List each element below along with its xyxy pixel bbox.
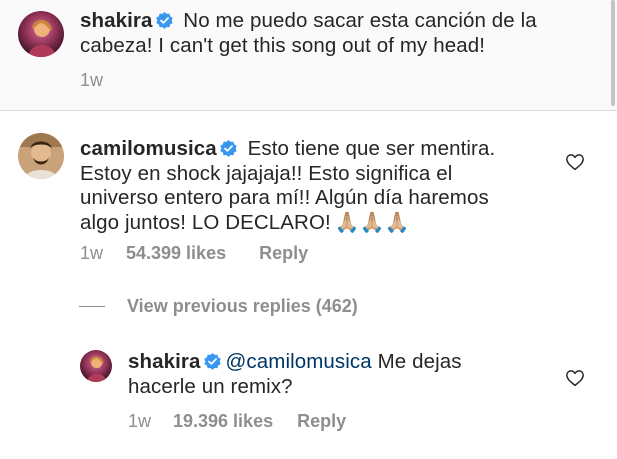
reply-text-block: shakira @camilomusica Me dejas hacerle un… [128,350,488,399]
avatar-camilomusica[interactable] [18,133,64,179]
comment-username[interactable]: camilomusica [80,137,217,160]
view-previous-replies-button[interactable]: View previous replies (462) [79,296,358,317]
reply-likes[interactable]: 19.396 likes [173,411,273,432]
caption-username[interactable]: shakira [80,9,153,32]
scrollbar[interactable] [611,0,615,106]
avatar-shakira-reply[interactable] [80,350,112,382]
comment-reply-button[interactable]: Reply [259,243,308,264]
caption-timestamp[interactable]: 1w [80,70,103,91]
verified-badge-icon [219,139,238,158]
heart-outline-icon[interactable] [565,369,585,387]
replies-divider-line [79,306,105,307]
avatar-shakira[interactable] [18,11,64,57]
caption-meta: 1w [80,70,103,91]
caption-text-block: shakira No me puedo sacar esta canción d… [80,9,560,58]
reply-username[interactable]: shakira [128,350,201,373]
view-previous-replies-label: View previous replies (462) [127,296,358,316]
reply-meta: 1w 19.396 likes Reply [128,411,346,432]
verified-badge-icon [155,11,174,30]
praying-hands-emoji: 🙏🏼🙏🏼🙏🏼 [334,211,410,234]
reply-mention-link[interactable]: @camilomusica [226,350,372,373]
comment-text-block: camilomusica Esto tiene que ser mentira.… [80,137,515,235]
reply-timestamp[interactable]: 1w [128,411,173,432]
heart-outline-icon[interactable] [565,153,585,171]
post-caption: shakira No me puedo sacar esta canción d… [0,0,617,111]
comment-meta: 1w 54.399 likes Reply [80,243,308,264]
verified-badge-icon [203,352,222,371]
comment-timestamp[interactable]: 1w [80,243,126,264]
reply-reply-button[interactable]: Reply [297,411,346,432]
comment-likes[interactable]: 54.399 likes [126,243,226,264]
